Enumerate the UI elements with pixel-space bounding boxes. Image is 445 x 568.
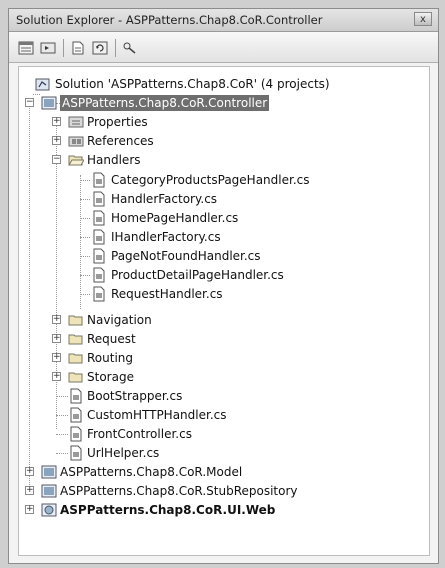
solution-explorer-window: Solution Explorer - ASPPatterns.Chap8.Co… bbox=[8, 8, 439, 564]
csharp-file-icon bbox=[91, 267, 107, 283]
title-bar: Solution Explorer - ASPPatterns.Chap8.Co… bbox=[9, 9, 438, 32]
tree-item-label: Handlers bbox=[87, 153, 141, 167]
tree-item-label: HomePageHandler.cs bbox=[111, 211, 239, 225]
tree-item-label: Navigation bbox=[87, 313, 152, 327]
solution-label: Solution 'ASPPatterns.Chap8.CoR' (4 proj… bbox=[55, 77, 330, 91]
tree-row-file[interactable]: IHandlerFactory.cs bbox=[19, 228, 429, 246]
tree-item-label: ASPPatterns.Chap8.CoR.Model bbox=[60, 465, 243, 479]
tree-row-file[interactable]: CustomHTTPHandler.cs bbox=[19, 406, 429, 424]
expand-toggle[interactable]: + bbox=[52, 315, 61, 324]
show-all-files-icon[interactable] bbox=[39, 40, 57, 56]
csharp-file-icon bbox=[68, 445, 84, 461]
tree-row-file[interactable]: BootStrapper.cs bbox=[19, 387, 429, 405]
csharp-file-icon bbox=[68, 388, 84, 404]
csharp-file-icon bbox=[91, 286, 107, 302]
expand-toggle[interactable]: + bbox=[25, 486, 34, 495]
tree-row-solution[interactable]: Solution 'ASPPatterns.Chap8.CoR' (4 proj… bbox=[19, 75, 429, 93]
csharp-project-icon bbox=[41, 464, 57, 480]
open-folder-icon bbox=[68, 152, 85, 168]
tree-row-project-stubrepository[interactable]: + ASPPatterns.Chap8.CoR.StubRepository bbox=[19, 482, 429, 500]
tree-item-label: ProductDetailPageHandler.cs bbox=[111, 268, 284, 282]
tree-row-file[interactable]: ProductDetailPageHandler.cs bbox=[19, 266, 429, 284]
class-diagram-icon[interactable] bbox=[121, 40, 139, 56]
tree-item-label: PageNotFoundHandler.cs bbox=[111, 249, 261, 263]
tree-row-file[interactable]: CategoryProductsPageHandler.cs bbox=[19, 171, 429, 189]
tree-item-label: IHandlerFactory.cs bbox=[111, 230, 221, 244]
tree-item-label: Request bbox=[87, 332, 136, 346]
tree-row-file[interactable]: HomePageHandler.cs bbox=[19, 209, 429, 227]
csharp-file-icon bbox=[91, 248, 107, 264]
csharp-file-icon bbox=[91, 229, 107, 245]
folder-icon bbox=[68, 331, 84, 347]
expand-toggle[interactable]: + bbox=[52, 334, 61, 343]
tree-row-references[interactable]: + References bbox=[19, 132, 429, 150]
tree-item-label: References bbox=[87, 134, 154, 148]
expand-toggle[interactable]: + bbox=[25, 467, 34, 476]
csharp-project-icon bbox=[41, 95, 57, 111]
tree-row-controller-project[interactable]: − ASPPatterns.Chap8.CoR.Controller bbox=[19, 94, 429, 112]
tree-item-label: Routing bbox=[87, 351, 134, 365]
tree-item-label: UrlHelper.cs bbox=[87, 446, 160, 460]
tree-row-project-model[interactable]: + ASPPatterns.Chap8.CoR.Model bbox=[19, 463, 429, 481]
tree-row-project-uiweb[interactable]: + ASPPatterns.Chap8.CoR.UI.Web bbox=[19, 501, 429, 519]
tree-row-handlers-folder[interactable]: − Handlers bbox=[19, 151, 429, 169]
tree-item-label: RequestHandler.cs bbox=[111, 287, 223, 301]
tree-item-label: CustomHTTPHandler.cs bbox=[87, 408, 227, 422]
tree-row-file[interactable]: PageNotFoundHandler.cs bbox=[19, 247, 429, 265]
expand-toggle[interactable]: + bbox=[52, 353, 61, 362]
tree-item-label: FrontController.cs bbox=[87, 427, 192, 441]
tree-row-properties[interactable]: + Properties bbox=[19, 113, 429, 131]
tree-row-folder-navigation[interactable]: + Navigation bbox=[19, 311, 429, 329]
solution-icon bbox=[35, 76, 51, 92]
close-button[interactable]: x bbox=[414, 12, 432, 26]
tree-row-file[interactable]: HandlerFactory.cs bbox=[19, 190, 429, 208]
tree-row-file[interactable]: UrlHelper.cs bbox=[19, 444, 429, 462]
csharp-file-icon bbox=[91, 210, 107, 226]
tree-item-label: HandlerFactory.cs bbox=[111, 192, 218, 206]
web-project-icon bbox=[41, 502, 57, 518]
tree-item-label: CategoryProductsPageHandler.cs bbox=[111, 173, 310, 187]
tree-row-folder-storage[interactable]: + Storage bbox=[19, 368, 429, 386]
expand-toggle[interactable]: + bbox=[52, 372, 61, 381]
collapse-toggle[interactable]: − bbox=[25, 98, 34, 107]
expand-toggle[interactable]: + bbox=[52, 136, 61, 145]
csharp-file-icon bbox=[91, 191, 107, 207]
tree-item-label: BootStrapper.cs bbox=[87, 389, 183, 403]
tree-item-label: Properties bbox=[87, 115, 148, 129]
tree-row-folder-routing[interactable]: + Routing bbox=[19, 349, 429, 367]
startup-project-label: ASPPatterns.Chap8.CoR.UI.Web bbox=[60, 503, 276, 517]
properties-icon[interactable] bbox=[17, 40, 35, 56]
controller-project-label: ASPPatterns.Chap8.CoR.Controller bbox=[60, 95, 270, 111]
csharp-file-icon bbox=[68, 407, 84, 423]
tree-item-label: ASPPatterns.Chap8.CoR.StubRepository bbox=[60, 484, 298, 498]
folder-icon bbox=[68, 350, 84, 366]
expand-toggle[interactable]: + bbox=[52, 117, 61, 126]
folder-icon bbox=[68, 312, 84, 328]
tree-item-label: Storage bbox=[87, 370, 134, 384]
properties-folder-icon bbox=[68, 114, 84, 130]
csharp-project-icon bbox=[41, 483, 57, 499]
tree-row-file[interactable]: RequestHandler.cs bbox=[19, 285, 429, 303]
window-title: Solution Explorer - ASPPatterns.Chap8.Co… bbox=[16, 13, 323, 27]
folder-icon bbox=[68, 369, 84, 385]
references-icon bbox=[68, 133, 84, 149]
collapse-toggle[interactable]: − bbox=[52, 155, 61, 164]
tree-row-file[interactable]: FrontController.cs bbox=[19, 425, 429, 443]
csharp-file-icon bbox=[68, 426, 84, 442]
tree-row-folder-request[interactable]: + Request bbox=[19, 330, 429, 348]
toolbar bbox=[9, 32, 438, 63]
solution-tree: Solution 'ASPPatterns.Chap8.CoR' (4 proj… bbox=[18, 66, 430, 556]
csharp-file-icon bbox=[91, 172, 107, 188]
refresh-icon[interactable] bbox=[91, 40, 109, 56]
expand-toggle[interactable]: + bbox=[25, 505, 34, 514]
view-code-icon[interactable] bbox=[69, 40, 87, 56]
